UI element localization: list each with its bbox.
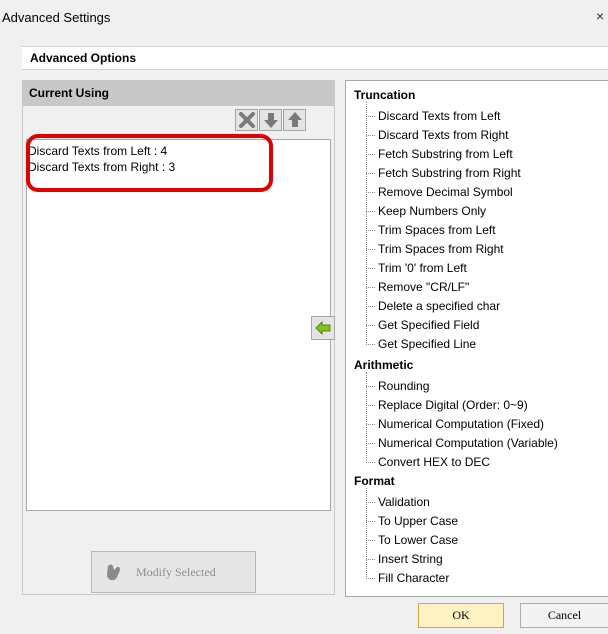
tree-item[interactable]: Numerical Computation (Fixed) xyxy=(378,417,544,431)
move-down-icon xyxy=(264,113,278,128)
tree-item[interactable]: Get Specified Line xyxy=(378,337,476,351)
highlight-annotation xyxy=(26,134,273,192)
hand-edit-icon xyxy=(107,564,120,581)
tree-item[interactable]: Discard Texts from Left xyxy=(378,109,500,123)
title-bar: Advanced Settings × xyxy=(0,0,608,36)
tree-item[interactable]: Trim '0' from Left xyxy=(378,261,467,275)
advanced-options-header: Advanced Options xyxy=(22,46,608,70)
arrow-left-icon xyxy=(315,321,331,335)
tree-item[interactable]: Insert String xyxy=(378,552,443,566)
tree-category-arithmetic[interactable]: Arithmetic xyxy=(354,358,413,372)
tree-item[interactable]: To Upper Case xyxy=(378,514,458,528)
modify-selected-label: Modify Selected xyxy=(136,565,216,579)
move-down-button[interactable] xyxy=(259,109,282,131)
ok-button[interactable]: OK xyxy=(418,603,504,628)
delete-icon xyxy=(239,112,255,128)
tree-item[interactable]: Rounding xyxy=(378,379,429,393)
tree-item[interactable]: Remove "CR/LF" xyxy=(378,280,469,294)
tree-item[interactable]: Validation xyxy=(378,495,430,509)
tree-item[interactable]: Fetch Substring from Right xyxy=(378,166,521,180)
tree-item[interactable]: Discard Texts from Right xyxy=(378,128,508,142)
window-title: Advanced Settings xyxy=(2,10,111,25)
tree-item[interactable]: To Lower Case xyxy=(378,533,458,547)
delete-button[interactable] xyxy=(235,109,258,131)
options-tree[interactable]: Truncation Discard Texts from Left Disca… xyxy=(345,80,608,597)
tree-item[interactable]: Get Specified Field xyxy=(378,318,479,332)
advanced-options-label: Advanced Options xyxy=(30,51,137,65)
tree-item[interactable]: Fill Character xyxy=(378,571,449,585)
current-using-label: Current Using xyxy=(29,86,110,100)
tree-item[interactable]: Numerical Computation (Variable) xyxy=(378,436,558,450)
tree-item[interactable]: Delete a specified char xyxy=(378,299,500,313)
move-up-button[interactable] xyxy=(283,109,306,131)
tree-category-format[interactable]: Format xyxy=(354,474,395,488)
current-using-header: Current Using xyxy=(23,81,334,106)
tree-item[interactable]: Fetch Substring from Left xyxy=(378,147,513,161)
cancel-button[interactable]: Cancel xyxy=(520,603,608,628)
move-up-icon xyxy=(288,112,302,127)
close-icon[interactable]: × xyxy=(596,8,604,24)
tree-item[interactable]: Convert HEX to DEC xyxy=(378,455,490,469)
tree-item[interactable]: Trim Spaces from Left xyxy=(378,223,496,237)
tree-item[interactable]: Remove Decimal Symbol xyxy=(378,185,513,199)
modify-selected-button[interactable]: Modify Selected xyxy=(91,551,256,593)
tree-item[interactable]: Keep Numbers Only xyxy=(378,204,486,218)
current-rules-list[interactable]: Discard Texts from Left : 4 Discard Text… xyxy=(26,134,331,511)
tree-item[interactable]: Replace Digital (Order: 0~9) xyxy=(378,398,528,412)
tree-item[interactable]: Trim Spaces from Right xyxy=(378,242,504,256)
add-rule-button[interactable] xyxy=(311,316,335,340)
tree-category-truncation[interactable]: Truncation xyxy=(354,88,415,102)
current-using-panel: Current Using Discard Texts from Left : … xyxy=(22,80,335,595)
